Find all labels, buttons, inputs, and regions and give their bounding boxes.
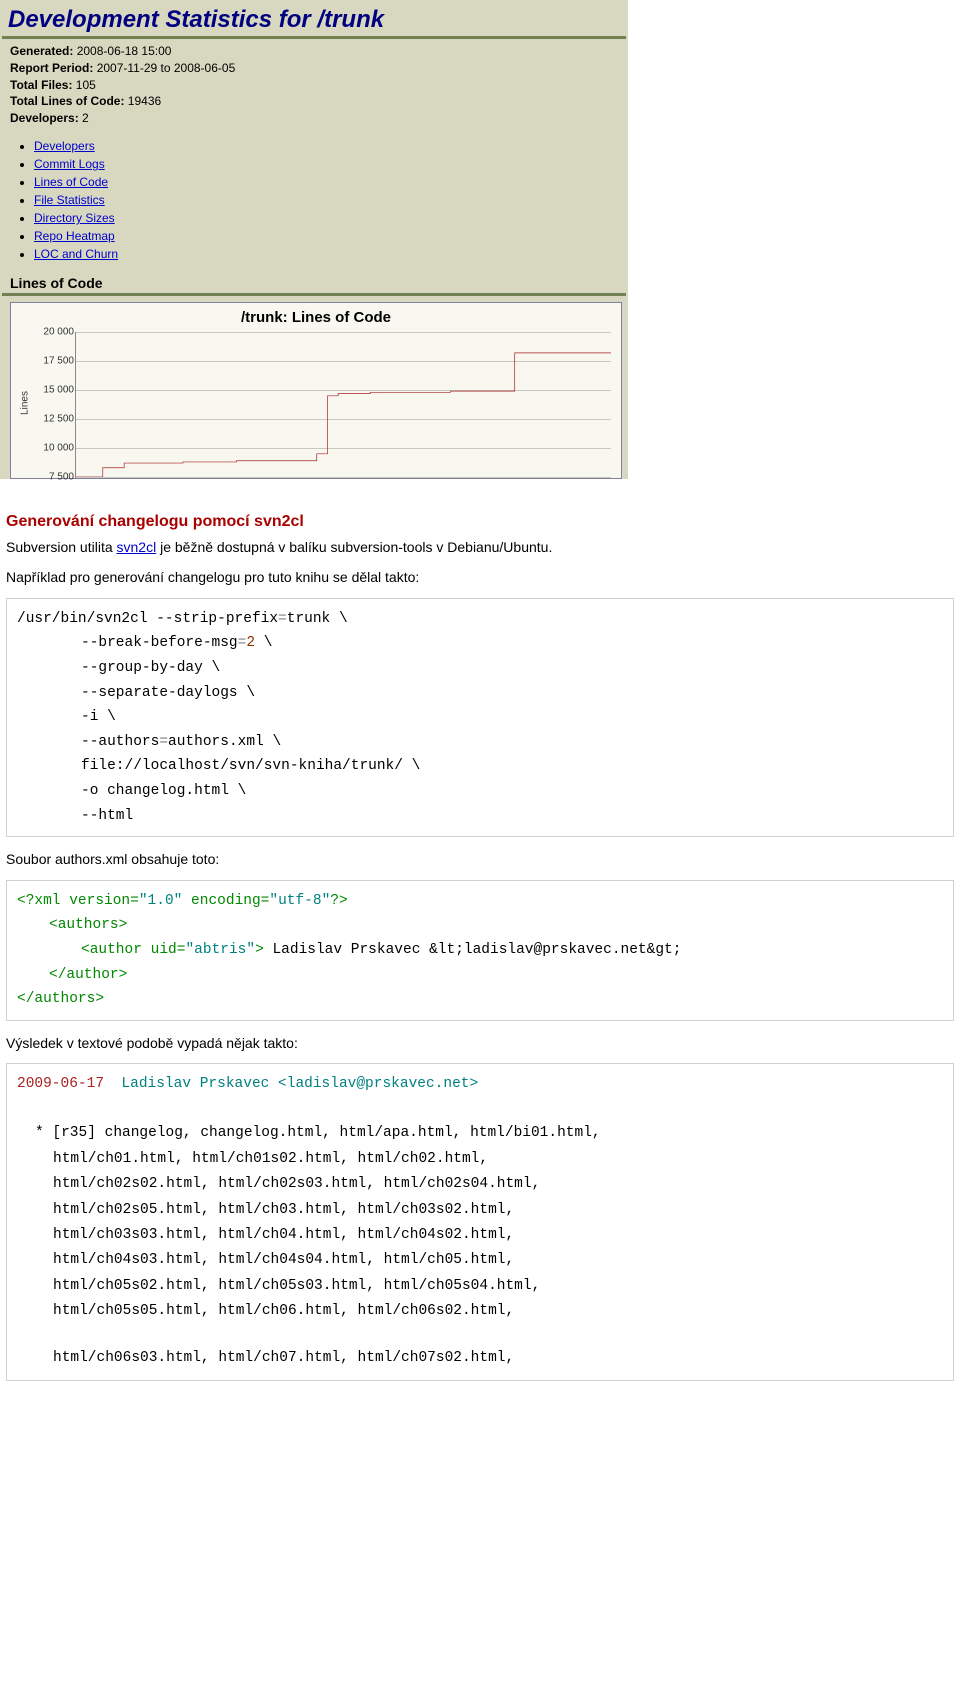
- meta-files-value: 105: [76, 78, 96, 92]
- log-file-row: * [r35] changelog, changelog.html, html/…: [35, 1121, 943, 1146]
- log-author: Ladislav Prskavec <ladislav@prskavec.net…: [104, 1076, 478, 1092]
- chart-ytick: 17 500: [26, 355, 76, 366]
- svn2cl-link[interactable]: svn2cl: [117, 539, 157, 555]
- log-file-row: html/ch03s03.html, html/ch04.html, html/…: [35, 1223, 943, 1248]
- paragraph-result-intro: Výsledek v textové podobě vypadá nějak t…: [6, 1033, 954, 1053]
- meta-loc-label: Total Lines of Code:: [10, 94, 124, 108]
- chart-ytick: 20 000: [26, 326, 76, 337]
- log-file-list: * [r35] changelog, changelog.html, html/…: [17, 1121, 943, 1371]
- text: je běžně dostupná v balíku subversion-to…: [156, 539, 552, 555]
- meta-generated-label: Generated:: [10, 44, 73, 58]
- chart-ytick: 7 500: [26, 471, 76, 482]
- nav-lines-of-code[interactable]: Lines of Code: [34, 173, 626, 191]
- nav-commit-logs[interactable]: Commit Logs: [34, 155, 626, 173]
- chart-plot: 20 00017 50015 00012 50010 0007 500: [75, 332, 611, 478]
- nav-list: Developers Commit Logs Lines of Code Fil…: [34, 137, 626, 263]
- nav-developers[interactable]: Developers: [34, 137, 626, 155]
- chart-title: /trunk: Lines of Code: [11, 303, 621, 328]
- codebox-svn2cl-command: /usr/bin/svn2cl --strip-prefix=trunk \ -…: [6, 598, 954, 838]
- stats-meta: Generated: 2008-06-18 15:00 Report Perio…: [2, 43, 626, 133]
- meta-period-label: Report Period:: [10, 61, 93, 75]
- heading-generating-changelog: Generování changelogu pomocí svn2cl: [6, 513, 954, 531]
- codebox-changelog-output: 2009-06-17 Ladislav Prskavec <ladislav@p…: [6, 1063, 954, 1381]
- chart-wrap: /trunk: Lines of Code Lines 20 00017 500…: [2, 302, 626, 479]
- meta-loc-value: 19436: [128, 94, 161, 108]
- chart-ytick: 15 000: [26, 384, 76, 395]
- meta-files-label: Total Files:: [10, 78, 72, 92]
- meta-dev-label: Developers:: [10, 111, 79, 125]
- nav-loc-and-churn[interactable]: LOC and Churn: [34, 245, 626, 263]
- nav-directory-sizes[interactable]: Directory Sizes: [34, 209, 626, 227]
- log-file-row: html/ch05s05.html, html/ch06.html, html/…: [35, 1299, 943, 1324]
- meta-generated-value: 2008-06-18 15:00: [77, 44, 172, 58]
- chart-ytick: 10 000: [26, 442, 76, 453]
- section-lines-of-code: Lines of Code: [2, 273, 626, 296]
- paragraph-example-intro: Například pro generování changelogu pro …: [6, 567, 954, 587]
- log-file-row: html/ch02s02.html, html/ch02s03.html, ht…: [35, 1172, 943, 1197]
- chart-box: /trunk: Lines of Code Lines 20 00017 500…: [10, 302, 622, 479]
- stats-title: Development Statistics for /trunk: [2, 2, 626, 39]
- meta-period-value: 2007-11-29 to 2008-06-05: [97, 61, 236, 75]
- article-content: Generování changelogu pomocí svn2cl Subv…: [0, 479, 960, 1403]
- paragraph-svn2cl-intro: Subversion utilita svn2cl je běžně dostu…: [6, 537, 954, 557]
- nav-repo-heatmap[interactable]: Repo Heatmap: [34, 227, 626, 245]
- codebox-authors-xml: <?xml version="1.0" encoding="utf-8"?> <…: [6, 880, 954, 1021]
- log-file-row: html/ch06s03.html, html/ch07.html, html/…: [35, 1346, 943, 1371]
- log-file-row: html/ch02s05.html, html/ch03.html, html/…: [35, 1198, 943, 1223]
- nav-file-statistics[interactable]: File Statistics: [34, 191, 626, 209]
- text: Subversion utilita: [6, 539, 117, 555]
- stats-panel: Development Statistics for /trunk Genera…: [0, 0, 628, 479]
- chart-area: Lines 20 00017 50015 00012 50010 0007 50…: [17, 328, 615, 478]
- log-file-row: html/ch05s02.html, html/ch05s03.html, ht…: [35, 1274, 943, 1299]
- paragraph-authors-intro: Soubor authors.xml obsahuje toto:: [6, 849, 954, 869]
- log-file-row: html/ch04s03.html, html/ch04s04.html, ht…: [35, 1248, 943, 1273]
- log-file-row: html/ch01.html, html/ch01s02.html, html/…: [35, 1147, 943, 1172]
- chart-ytick: 12 500: [26, 413, 76, 424]
- log-date: 2009-06-17: [17, 1076, 104, 1092]
- meta-dev-value: 2: [82, 111, 89, 125]
